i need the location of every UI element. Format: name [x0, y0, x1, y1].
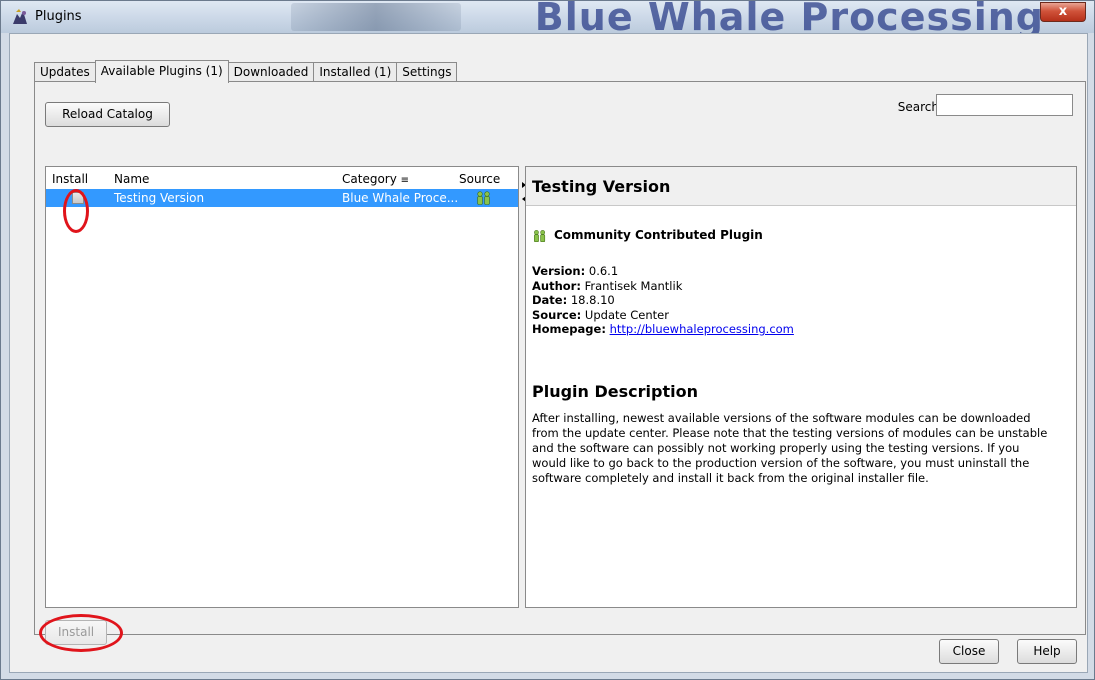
plugin-name-cell: Testing Version: [114, 191, 205, 205]
app-icon: [13, 9, 27, 24]
column-header-category[interactable]: Category ≡: [342, 172, 409, 186]
tab-updates[interactable]: Updates: [34, 62, 96, 82]
title-watermark: Blue Whale Processing: [534, 1, 1044, 33]
plugin-detail-pane: Testing Version Community Contributed Pl…: [525, 166, 1077, 608]
homepage-link[interactable]: http://bluewhaleprocessing.com: [610, 322, 794, 336]
title-bar[interactable]: Blue Whale Processing Plugins x: [1, 1, 1094, 33]
plugins-window: Blue Whale Processing Plugins x Updates …: [0, 0, 1095, 680]
version-value: 0.6.1: [588, 264, 619, 278]
reload-catalog-button[interactable]: Reload Catalog: [45, 102, 170, 127]
close-icon: x: [1058, 4, 1068, 19]
contributed-label: Community Contributed Plugin: [554, 228, 763, 242]
close-button[interactable]: Close: [939, 639, 999, 664]
description-line: from the update center. Please note that…: [532, 426, 1048, 440]
version-row: Version: 0.6.1: [532, 264, 794, 279]
tab-strip: Updates Available Plugins (1) Downloaded…: [34, 60, 458, 83]
tab-settings[interactable]: Settings: [396, 62, 458, 82]
title-bar-blur: [291, 3, 461, 31]
contributed-label-row: Community Contributed Plugin: [532, 228, 763, 243]
column-header-category-label: Category: [342, 172, 397, 186]
description-text: After installing, newest available versi…: [532, 411, 1062, 486]
detail-header: Testing Version: [526, 167, 1076, 206]
source-label: Source:: [532, 307, 582, 322]
version-label: Version:: [532, 264, 586, 278]
plugin-category-cell: Blue Whale Proce...: [342, 191, 459, 205]
tab-installed[interactable]: Installed (1): [313, 62, 398, 82]
date-value: 18.8.10: [570, 293, 615, 307]
homepage-row: Homepage: http://bluewhaleprocessing.com: [532, 322, 794, 337]
annotation-circle-install: [39, 614, 123, 652]
source-value: Update Center: [584, 307, 669, 322]
plugin-table: Install Name Category ≡ Source Testing V…: [45, 166, 519, 608]
plugin-metadata: Version: 0.6.1 Author: Frantisek Mantlik…: [532, 264, 794, 337]
homepage-label: Homepage:: [532, 322, 606, 336]
description-line: would like to go back to the production …: [532, 456, 1030, 470]
author-value: Frantisek Mantlik: [584, 278, 683, 293]
author-label: Author:: [532, 278, 581, 293]
tab-downloaded[interactable]: Downloaded: [227, 62, 315, 82]
search-input[interactable]: [936, 94, 1073, 116]
table-header: Install Name Category ≡ Source: [46, 167, 518, 188]
tab-available-plugins[interactable]: Available Plugins (1): [94, 60, 229, 83]
detail-title: Testing Version: [532, 177, 671, 196]
column-header-name[interactable]: Name: [114, 172, 149, 186]
window-title: Plugins: [35, 9, 82, 24]
description-line: software completely and install it back …: [532, 471, 929, 485]
help-button[interactable]: Help: [1017, 639, 1077, 664]
column-header-source[interactable]: Source: [459, 172, 500, 186]
window-close-button[interactable]: x: [1040, 2, 1086, 22]
source-row: Source: Update Center: [532, 308, 794, 323]
date-label: Date:: [532, 293, 568, 307]
annotation-circle-checkbox: [63, 189, 89, 233]
column-header-install[interactable]: Install: [52, 172, 88, 186]
description-title: Plugin Description: [532, 382, 698, 401]
description-line: and the software can possibly not workin…: [532, 441, 1020, 455]
author-row: Author: Frantisek Mantlik: [532, 279, 794, 294]
community-icon: [534, 229, 546, 242]
dialog-client-area: Updates Available Plugins (1) Downloaded…: [9, 33, 1088, 673]
table-row[interactable]: Testing Version Blue Whale Proce...: [46, 189, 518, 207]
available-plugins-panel: Reload Catalog Search: Install Name Cate…: [34, 81, 1086, 652]
date-row: Date: 18.8.10: [532, 293, 794, 308]
description-line: After installing, newest available versi…: [532, 411, 1031, 425]
community-icon: [477, 191, 490, 205]
sort-icon: ≡: [400, 175, 410, 186]
